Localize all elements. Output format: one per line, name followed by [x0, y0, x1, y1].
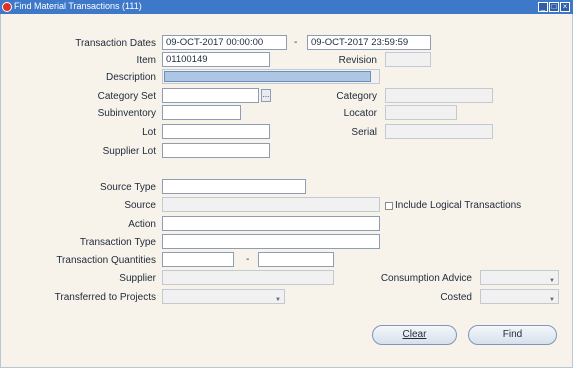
- item-field[interactable]: 01100149: [162, 52, 270, 67]
- costed-dropdown[interactable]: ▼: [480, 289, 559, 304]
- close-icon[interactable]: ×: [560, 2, 570, 12]
- include-logical-transactions-label: Include Logical Transactions: [395, 200, 522, 211]
- chevron-down-icon: ▼: [549, 297, 555, 303]
- transaction-dates-label: Transaction Dates: [75, 38, 156, 49]
- source-type-field[interactable]: [162, 179, 306, 194]
- chevron-down-icon: ▼: [549, 278, 555, 284]
- transaction-quantity-to-field[interactable]: [258, 252, 334, 267]
- costed-label: Costed: [440, 292, 472, 303]
- item-label: Item: [136, 55, 156, 66]
- supplier-lot-field[interactable]: [162, 143, 270, 158]
- oracle-app-icon: [2, 2, 12, 12]
- serial-label: Serial: [351, 127, 377, 138]
- date-range-dash: -: [294, 37, 298, 48]
- source-field[interactable]: [162, 197, 380, 212]
- lot-field[interactable]: [162, 124, 270, 139]
- subinventory-label: Subinventory: [97, 108, 156, 119]
- find-button[interactable]: Find: [468, 325, 557, 345]
- description-selection: [164, 71, 371, 82]
- revision-field[interactable]: [385, 52, 431, 67]
- category-field[interactable]: [385, 88, 493, 103]
- action-label: Action: [128, 219, 156, 230]
- locator-label: Locator: [343, 108, 377, 119]
- transferred-to-projects-label: Transferred to Projects: [54, 292, 156, 303]
- consumption-advice-label: Consumption Advice: [380, 273, 472, 284]
- transaction-date-from-field[interactable]: 09-OCT-2017 00:00:00: [162, 35, 287, 50]
- supplier-label: Supplier: [119, 273, 156, 284]
- include-logical-transactions-checkbox[interactable]: [385, 202, 393, 210]
- lot-label: Lot: [142, 127, 156, 138]
- locator-field[interactable]: [385, 105, 457, 120]
- revision-label: Revision: [338, 55, 377, 66]
- find-button-label: Find: [502, 329, 523, 340]
- transaction-date-to-field[interactable]: 09-OCT-2017 23:59:59: [307, 35, 431, 50]
- serial-field[interactable]: [385, 124, 493, 139]
- window-title: Find Material Transactions (111): [14, 1, 142, 11]
- category-label: Category: [336, 91, 377, 102]
- source-type-label: Source Type: [100, 182, 156, 193]
- subinventory-field[interactable]: [162, 105, 241, 120]
- action-field[interactable]: [162, 216, 380, 231]
- minimize-icon[interactable]: _: [538, 2, 548, 12]
- transaction-type-field[interactable]: [162, 234, 380, 249]
- transaction-quantities-label: Transaction Quantities: [56, 255, 156, 266]
- transaction-quantity-from-field[interactable]: [162, 252, 234, 267]
- category-set-field[interactable]: [162, 88, 259, 103]
- description-label: Description: [105, 72, 156, 83]
- transferred-to-projects-dropdown[interactable]: ▼: [162, 289, 285, 304]
- maximize-icon[interactable]: □: [549, 2, 559, 12]
- clear-button[interactable]: Clear: [372, 325, 457, 345]
- supplier-lot-label: Supplier Lot: [102, 146, 156, 157]
- description-field[interactable]: [162, 69, 380, 84]
- category-set-lov-button[interactable]: ...: [261, 89, 271, 102]
- chevron-down-icon: ▼: [275, 297, 281, 303]
- clear-button-label: Clear: [402, 329, 427, 340]
- window-titlebar: Find Material Transactions (111) _ □ ×: [0, 0, 573, 14]
- quantity-range-dash: -: [246, 254, 250, 265]
- supplier-field[interactable]: [162, 270, 334, 285]
- consumption-advice-dropdown[interactable]: ▼: [480, 270, 559, 285]
- source-label: Source: [124, 200, 156, 211]
- category-set-label: Category Set: [97, 91, 156, 102]
- transaction-type-label: Transaction Type: [79, 237, 156, 248]
